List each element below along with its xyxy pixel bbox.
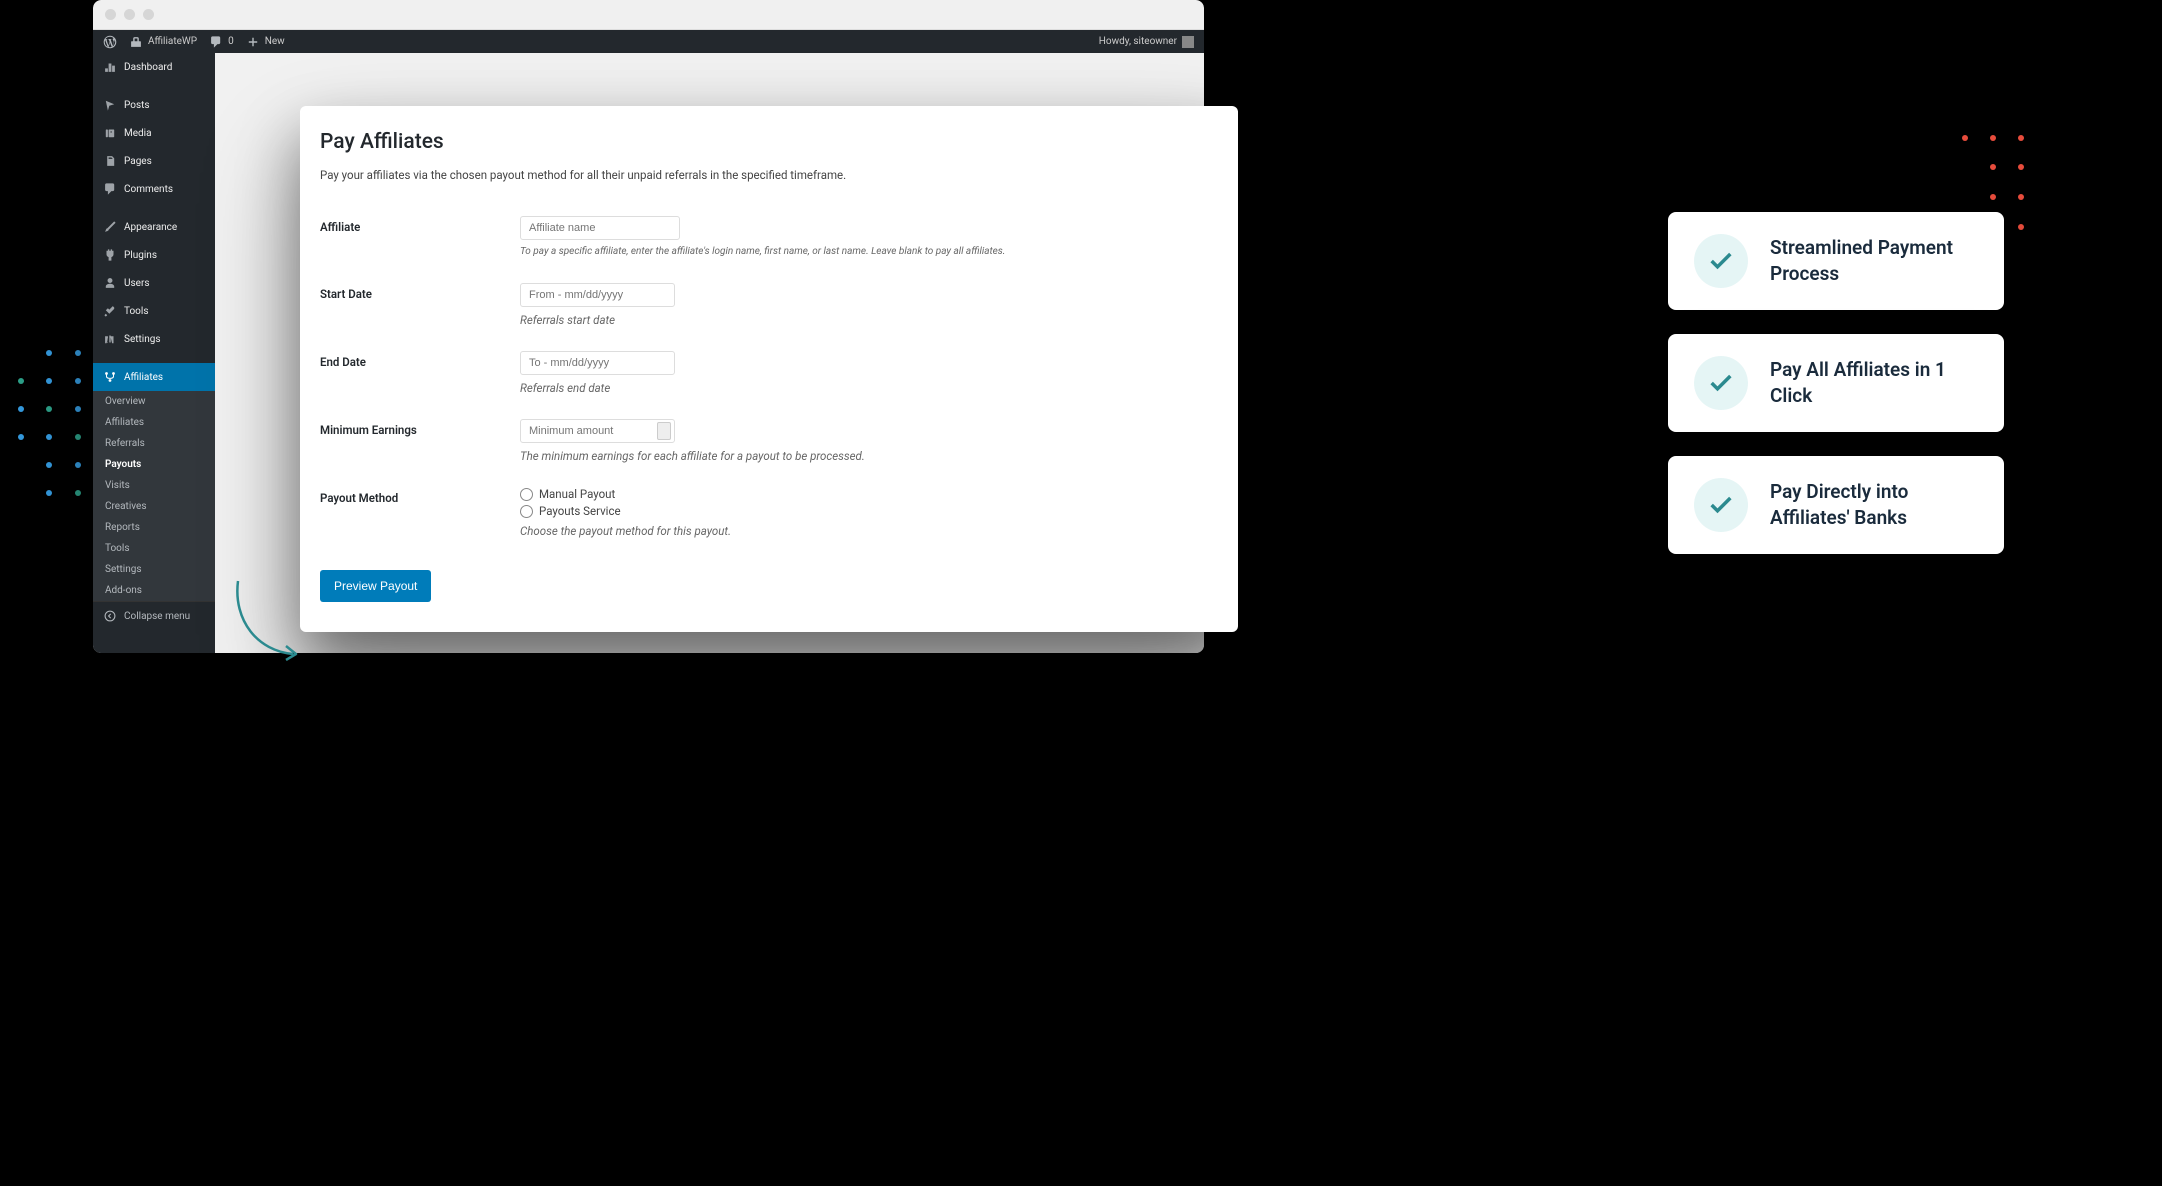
sidebar-item-appearance[interactable]: Appearance <box>93 213 215 241</box>
affiliate-input[interactable] <box>520 216 680 240</box>
site-name-link[interactable]: AffiliateWP <box>129 35 197 49</box>
submenu-item-addons[interactable]: Add-ons <box>93 580 215 601</box>
submenu-item-visits[interactable]: Visits <box>93 475 215 496</box>
traffic-light-close[interactable] <box>105 9 116 20</box>
arrow-icon <box>228 576 303 661</box>
submenu-item-payouts[interactable]: Payouts <box>93 454 215 475</box>
wp-logo-icon[interactable] <box>103 35 117 49</box>
submenu-item-creatives[interactable]: Creatives <box>93 496 215 517</box>
submenu-item-reports[interactable]: Reports <box>93 517 215 538</box>
traffic-light-maximize[interactable] <box>143 9 154 20</box>
affiliate-hint: To pay a specific affiliate, enter the a… <box>520 245 1218 259</box>
sidebar-item-label: Comments <box>124 184 173 195</box>
submenu-item-overview[interactable]: Overview <box>93 391 215 412</box>
payout-option-label: Payouts Service <box>539 504 621 518</box>
traffic-light-minimize[interactable] <box>124 9 135 20</box>
feature-card: Pay Directly into Affiliates' Banks <box>1668 456 2004 554</box>
sidebar-item-plugins[interactable]: Plugins <box>93 241 215 269</box>
sidebar-item-label: Pages <box>124 156 152 167</box>
sidebar-item-comments[interactable]: Comments <box>93 175 215 203</box>
submenu-item-affiliates[interactable]: Affiliates <box>93 412 215 433</box>
feature-card: Pay All Affiliates in 1 Click <box>1668 334 2004 432</box>
main-content-card: Pay Affiliates Pay your affiliates via t… <box>300 106 1238 632</box>
submenu-item-tools[interactable]: Tools <box>93 538 215 559</box>
sidebar-item-media[interactable]: Media <box>93 119 215 147</box>
howdy-label: Howdy, siteowner <box>1099 36 1177 47</box>
min-earnings-label: Minimum Earnings <box>300 409 520 477</box>
new-content-link[interactable]: New <box>246 35 285 49</box>
sidebar-item-dashboard[interactable]: Dashboard <box>93 53 215 81</box>
start-date-hint: Referrals start date <box>520 313 1218 327</box>
sidebar-item-label: Users <box>124 278 150 289</box>
howdy-link[interactable]: Howdy, siteowner <box>1099 36 1194 48</box>
start-date-label: Start Date <box>300 273 520 341</box>
submenu-item-settings[interactable]: Settings <box>93 559 215 580</box>
sidebar-item-pages[interactable]: Pages <box>93 147 215 175</box>
browser-chrome <box>93 0 1204 30</box>
comments-link[interactable]: 0 <box>209 35 234 49</box>
end-date-input[interactable] <box>520 351 675 375</box>
wp-admin-bar: AffiliateWP 0 New Howdy, siteowner <box>93 30 1204 53</box>
comment-count: 0 <box>228 36 234 47</box>
avatar-icon <box>1182 36 1194 48</box>
wp-admin-sidebar: Dashboard Posts Media Pages Comments <box>93 53 215 653</box>
sidebar-item-label: Settings <box>124 334 161 345</box>
decorative-dots-left <box>10 350 100 550</box>
number-spinner-icon[interactable] <box>657 422 671 440</box>
sidebar-item-label: Dashboard <box>124 62 172 73</box>
min-earnings-input[interactable] <box>520 419 675 443</box>
collapse-label: Collapse menu <box>124 611 190 622</box>
affiliate-label: Affiliate <box>300 206 520 273</box>
new-label: New <box>265 36 285 47</box>
sidebar-item-settings[interactable]: Settings <box>93 325 215 353</box>
payout-method-manual[interactable]: Manual Payout <box>520 487 1218 501</box>
feature-text: Pay Directly into Affiliates' Banks <box>1770 479 1978 530</box>
payout-method-service[interactable]: Payouts Service <box>520 504 1218 518</box>
preview-payout-button[interactable]: Preview Payout <box>320 570 431 602</box>
end-date-hint: Referrals end date <box>520 381 1218 395</box>
sidebar-submenu: Overview Affiliates Referrals Payouts Vi… <box>93 391 215 601</box>
payout-method-label: Payout Method <box>300 477 520 552</box>
payout-option-label: Manual Payout <box>539 487 615 501</box>
sidebar-item-label: Affiliates <box>124 372 163 383</box>
feature-text: Streamlined Payment Process <box>1770 235 1978 286</box>
feature-text: Pay All Affiliates in 1 Click <box>1770 357 1978 408</box>
sidebar-item-label: Tools <box>124 306 148 317</box>
sidebar-item-affiliates[interactable]: Affiliates <box>93 363 215 391</box>
radio-icon <box>520 505 533 518</box>
check-icon <box>1694 478 1748 532</box>
sidebar-item-posts[interactable]: Posts <box>93 91 215 119</box>
sidebar-item-users[interactable]: Users <box>93 269 215 297</box>
page-title: Pay Affiliates <box>300 130 1238 168</box>
check-icon <box>1694 356 1748 410</box>
payout-method-hint: Choose the payout method for this payout… <box>520 524 1218 538</box>
min-earnings-hint: The minimum earnings for each affiliate … <box>520 449 1218 463</box>
site-name-label: AffiliateWP <box>148 36 197 47</box>
feature-cards: Streamlined Payment Process Pay All Affi… <box>1668 212 2004 554</box>
collapse-menu-button[interactable]: Collapse menu <box>93 601 215 630</box>
start-date-input[interactable] <box>520 283 675 307</box>
feature-card: Streamlined Payment Process <box>1668 212 2004 310</box>
sidebar-item-label: Appearance <box>124 222 177 233</box>
sidebar-item-label: Posts <box>124 100 150 111</box>
sidebar-item-tools[interactable]: Tools <box>93 297 215 325</box>
end-date-label: End Date <box>300 341 520 409</box>
check-icon <box>1694 234 1748 288</box>
radio-icon <box>520 488 533 501</box>
sidebar-item-label: Media <box>124 128 152 139</box>
page-description: Pay your affiliates via the chosen payou… <box>300 168 1238 206</box>
submenu-item-referrals[interactable]: Referrals <box>93 433 215 454</box>
sidebar-item-label: Plugins <box>124 250 157 261</box>
